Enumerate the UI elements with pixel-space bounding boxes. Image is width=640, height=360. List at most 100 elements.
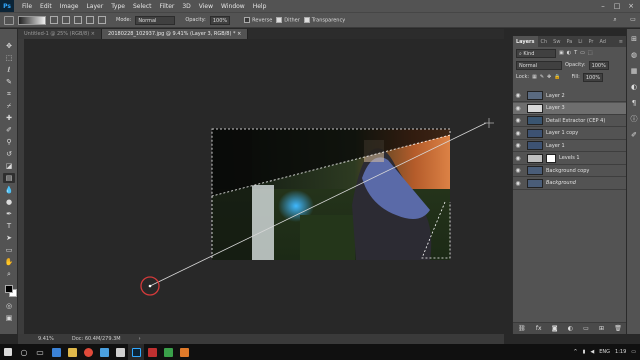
layer-name: Detail Extractor (CEP 4) [546,117,606,124]
photoshop-taskbar-icon[interactable] [128,344,144,360]
visibility-eye-icon[interactable]: ◉ [513,117,523,124]
layer-row[interactable]: ◉ Detail Extractor (CEP 4) [513,115,627,127]
shape-filter-icon[interactable]: ▭ [580,50,585,56]
layer-row[interactable]: ◉ Background copy [513,165,627,177]
brush-panel-icon[interactable]: ✐ [630,131,638,139]
layer-name: Background [546,180,576,186]
layer-row[interactable]: ◉ Layer 2 [513,90,627,102]
visibility-eye-icon[interactable]: ◉ [513,92,523,99]
layer-filter-row: ⌕ Kind ▣ ◐ T ▭ ⬚ [513,47,626,59]
layer-row[interactable]: ◉ Levels 1 [513,153,627,165]
layer-thumbnail [527,103,543,113]
browser-icon[interactable] [48,344,64,360]
adjust-filter-icon[interactable]: ◐ [567,50,571,56]
media-icon[interactable] [112,344,128,360]
language-indicator[interactable]: ENG [599,349,610,355]
link-icon[interactable]: ⛓ [518,325,526,332]
task-view-icon[interactable]: ▭ [32,344,48,360]
tab-layers[interactable]: Layers [513,36,538,47]
layer-thumbnail [527,91,543,100]
panel-menu-icon[interactable]: ≡ [616,36,626,47]
info-panel-icon[interactable]: ⓘ [630,115,638,123]
blend-opacity-row: Normal Opacity: 100% [513,59,626,71]
smart-filter-icon[interactable]: ⬚ [588,50,593,56]
opacity-label: Opacity: [565,62,586,68]
adjustments-panel-icon[interactable]: ◐ [630,83,638,91]
volume-icon[interactable]: ◀ [590,349,594,355]
search-icon[interactable]: ○ [16,344,32,360]
windows-start-icon[interactable] [0,344,16,360]
layer-row[interactable]: ◉ Background [513,178,627,190]
layer-filter-label: Kind [523,50,535,57]
store-icon[interactable] [96,344,112,360]
panel-dock-strip: ⊞ ◍ ▦ ◐ ¶ ⓘ ✐ [626,29,640,334]
waterfall [252,185,274,260]
zoom-level[interactable]: 9.41% [38,336,54,342]
visibility-eye-icon[interactable]: ◉ [513,180,523,187]
layer-thumbnail [527,116,543,125]
tab-adjustments[interactable]: Ad [596,36,609,47]
visibility-eye-icon[interactable]: ◉ [513,155,523,162]
chrome-icon[interactable] [80,344,96,360]
visibility-eye-icon[interactable]: ◉ [513,105,523,112]
fill-field[interactable]: 100% [582,72,604,82]
app-icon-red[interactable] [144,344,160,360]
visibility-eye-icon[interactable]: ◉ [513,142,523,149]
network-icon[interactable]: ▮ [583,349,586,355]
status-arrow-icon[interactable]: › [139,336,141,342]
lock-label: Lock: [516,74,530,80]
lock-position-icon[interactable]: ✥ [547,74,551,80]
layer-name: Layer 3 [546,105,565,111]
layer-thumbnail [527,166,543,175]
trash-icon[interactable]: 🗑 [614,325,622,332]
layer-thumbnail [527,178,543,188]
foreground-color-swatch[interactable] [5,285,13,293]
layers-panel: Layers Ch Sw Pa Li Pr Ad ≡ ⌕ Kind ▣ ◐ T … [512,36,627,334]
adjustment-icon[interactable]: ◐ [568,325,573,332]
notifications-icon[interactable]: ▭ [631,349,636,355]
app-icon-green[interactable] [160,344,176,360]
layer-name: Background copy [546,167,590,174]
layer-name: Levels 1 [559,155,580,161]
tab-channels[interactable]: Ch [538,36,551,47]
layer-name: Layer 2 [546,92,565,99]
layer-row[interactable]: ◉ Layer 1 [513,140,627,152]
type-filter-icon[interactable]: T [574,50,577,56]
tab-swatches[interactable]: Sw [550,36,563,47]
tab-libraries[interactable]: Li [575,36,585,47]
layer-filter-select[interactable]: ⌕ Kind [516,48,556,58]
tab-properties[interactable]: Pr [585,36,596,47]
blend-mode-select[interactable]: Normal [516,60,562,70]
file-explorer-icon[interactable] [64,344,80,360]
lock-all-icon[interactable]: 🔒 [554,74,560,80]
lock-fill-row: Lock: ▦ ✎ ✥ 🔒 Fill: 100% [513,71,626,83]
app-icon-orange[interactable] [176,344,192,360]
pixel-filter-icon[interactable]: ▣ [559,50,564,56]
layer-opacity-field[interactable]: 100% [588,60,609,70]
history-panel-icon[interactable]: ⊞ [630,35,638,43]
layer-name: Layer 1 [546,142,565,149]
layer-thumbnail [527,153,543,163]
panel-tabs: Layers Ch Sw Pa Li Pr Ad ≡ [513,36,626,47]
fx-icon[interactable]: fx [536,325,542,332]
fill-label: Fill: [571,74,580,80]
color-panel-icon[interactable]: ◍ [630,51,638,59]
swatches-panel-icon[interactable]: ▦ [630,67,638,75]
tab-paths[interactable]: Pa [563,36,575,47]
paragraph-panel-icon[interactable]: ¶ [630,99,638,107]
folder-icon[interactable]: ▭ [583,325,589,332]
tray-chevron-icon[interactable]: ^ [573,349,577,355]
clock[interactable]: 1:19 [615,349,626,355]
layer-row[interactable]: ◉ Layer 1 copy [513,128,627,140]
layer-row[interactable]: ◉ Layer 3 [513,102,627,115]
mask-icon[interactable]: ◙ [552,325,558,332]
visibility-eye-icon[interactable]: ◉ [513,167,523,174]
visibility-eye-icon[interactable]: ◉ [513,130,523,137]
lock-pixels-icon[interactable]: ▦ [532,74,537,80]
new-layer-icon[interactable]: ⊞ [599,325,604,332]
layer-mask-thumbnail[interactable] [546,153,556,163]
windows-taskbar: ○ ▭ ^ ▮ ◀ ENG 1:19 ▭ [0,344,640,360]
lock-paint-icon[interactable]: ✎ [540,74,544,80]
doc-size: Doc: 60.4M/279.3M [71,336,121,342]
layer-thumbnail [527,128,543,138]
